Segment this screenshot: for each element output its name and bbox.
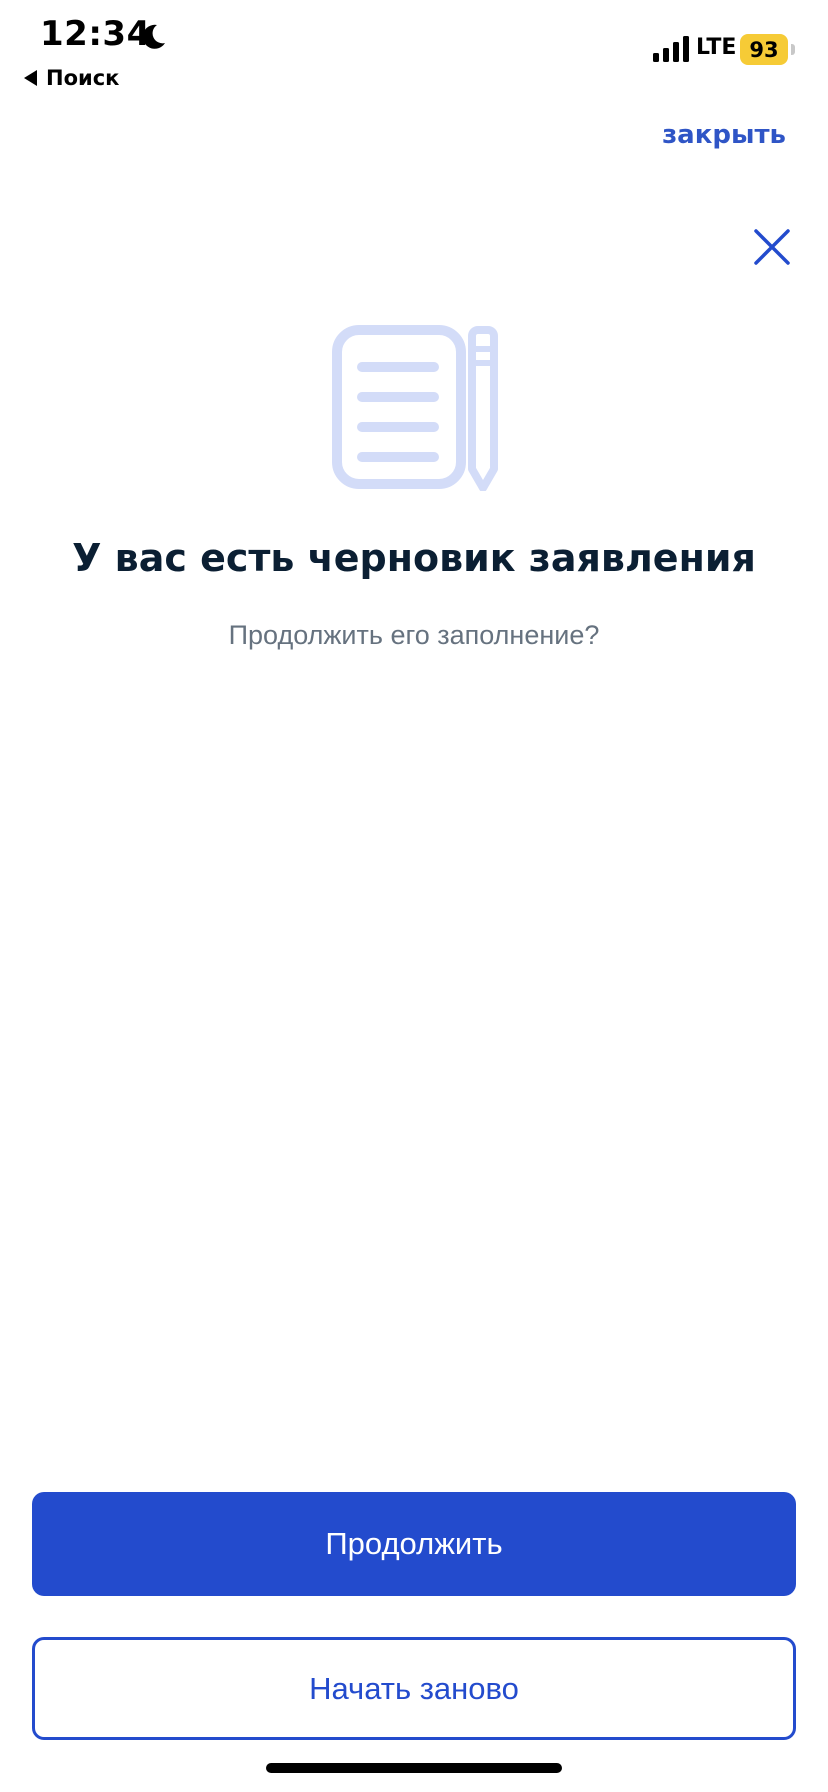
back-label: Поиск [46, 66, 120, 90]
draft-document-pencil-icon [332, 325, 498, 491]
restart-button[interactable]: Начать заново [32, 1637, 796, 1740]
signal-icon [653, 36, 689, 62]
restart-button-label: Начать заново [309, 1670, 519, 1706]
continue-button[interactable]: Продолжить [32, 1492, 796, 1596]
page-title: У вас есть черновик заявления [72, 536, 756, 580]
continue-button-label: Продолжить [325, 1526, 503, 1561]
battery-nub [791, 44, 795, 55]
close-link[interactable]: закрыть [662, 120, 786, 150]
back-to-search-button[interactable]: Поиск [24, 64, 119, 92]
back-arrow-icon [24, 70, 37, 86]
battery-level: 93 [749, 37, 779, 62]
network-type-label: LTE [696, 35, 737, 60]
status-time: 12:34 [40, 14, 151, 54]
page-subtitle: Продолжить его заполнение? [228, 620, 600, 650]
moon-icon [142, 24, 165, 49]
home-indicator [266, 1763, 562, 1773]
close-icon[interactable] [752, 227, 792, 267]
battery-badge: 93 [740, 34, 788, 65]
